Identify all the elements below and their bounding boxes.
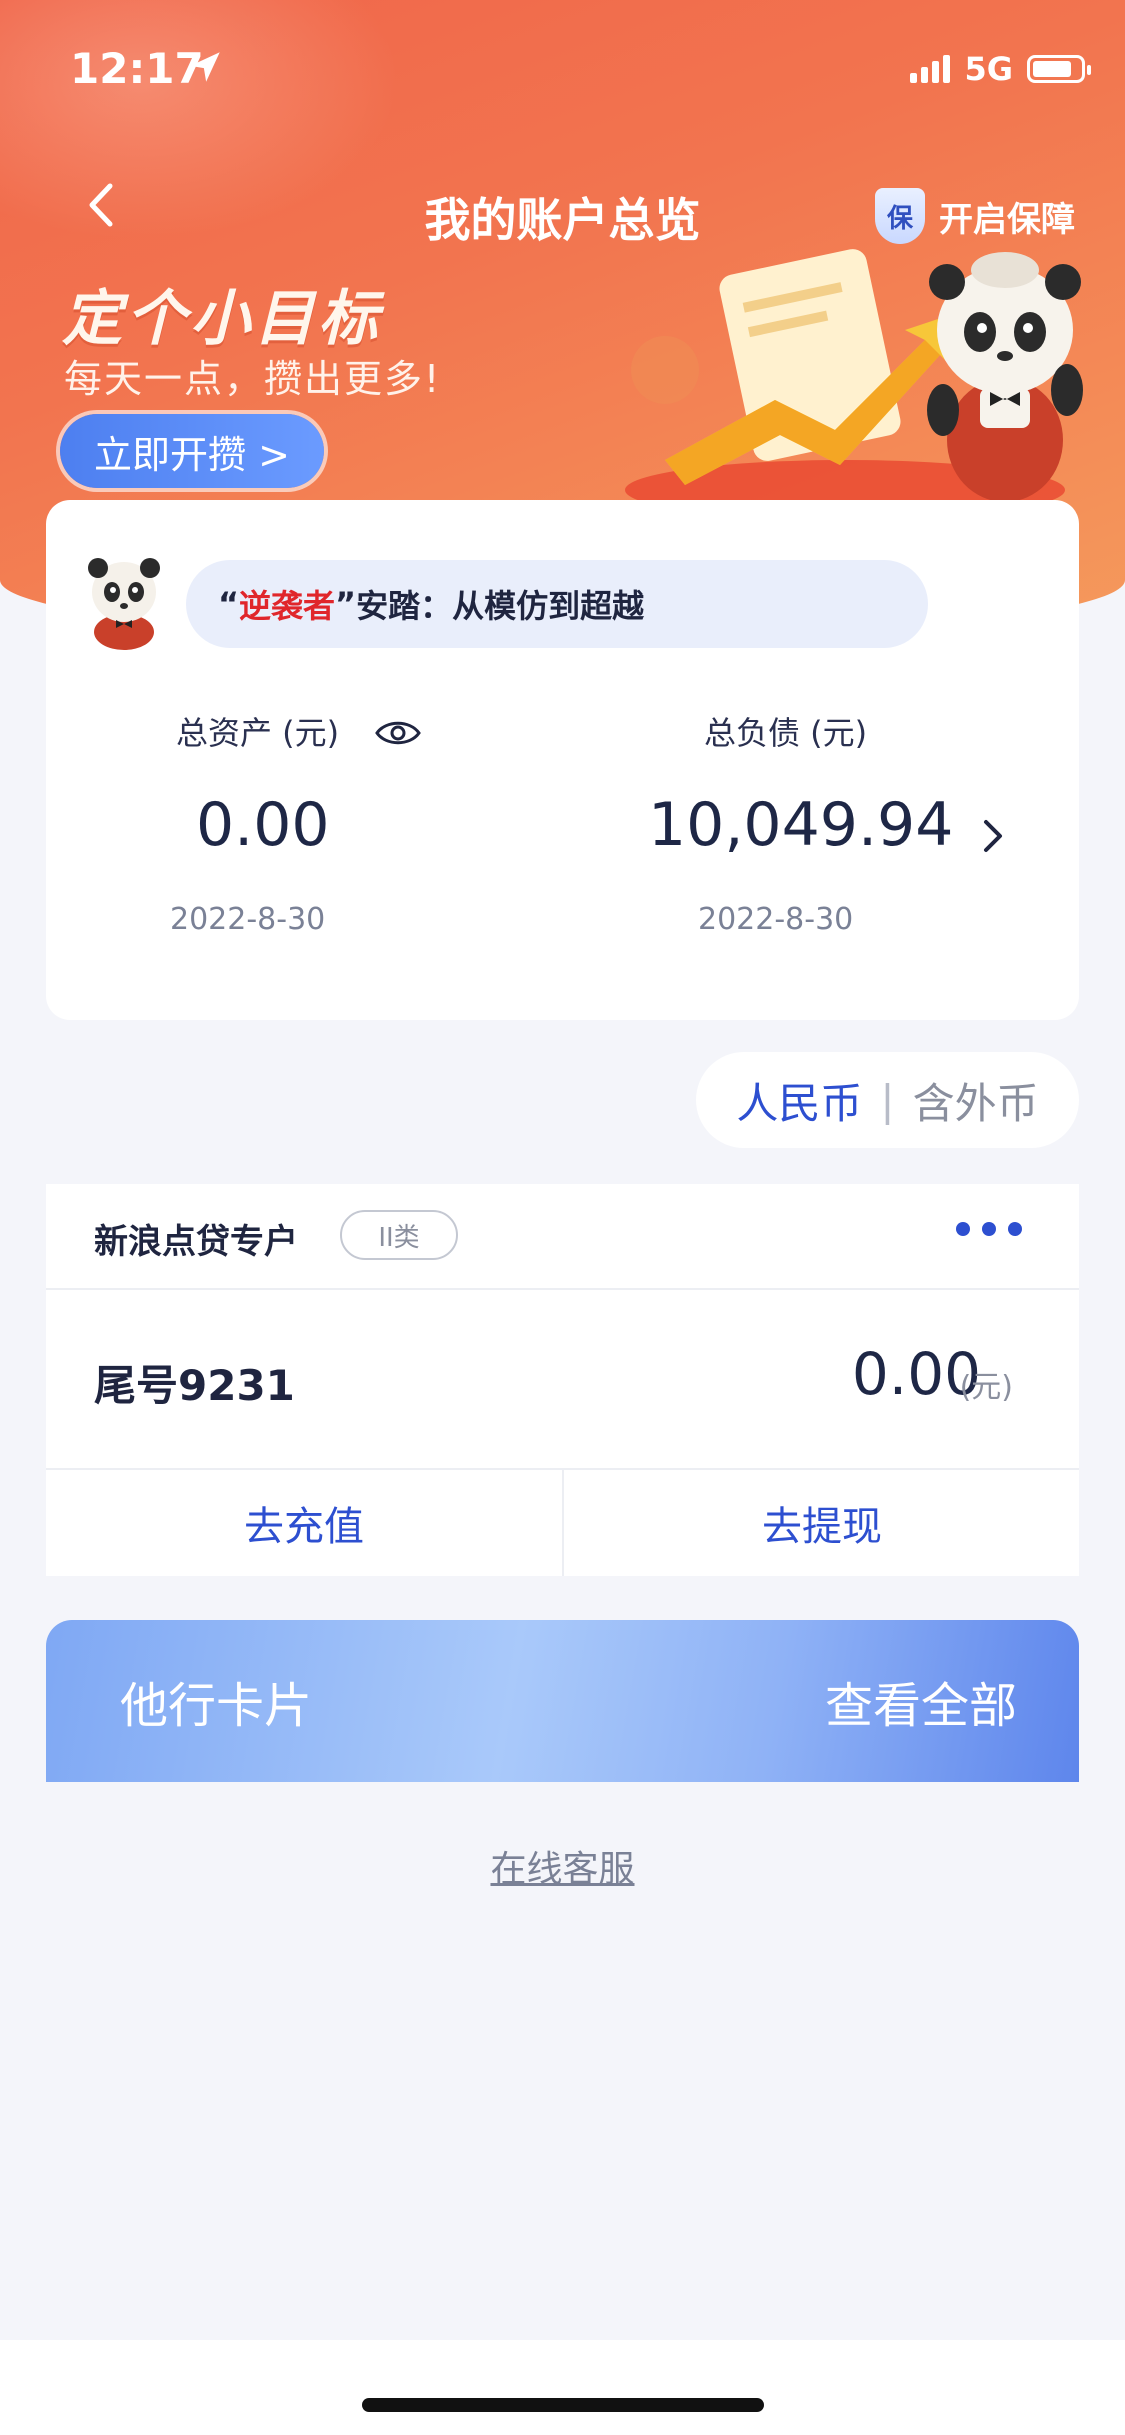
currency-foreign[interactable]: 含外币	[913, 1070, 1039, 1131]
chevron-right-icon[interactable]	[980, 816, 1006, 856]
withdraw-button[interactable]: 去提现	[564, 1470, 1080, 1576]
protect-label: 开启保障	[939, 199, 1075, 240]
network-label: 5G	[964, 50, 1013, 88]
account-tail-number: 尾号9231	[94, 1361, 295, 1410]
more-icon[interactable]	[956, 1222, 1022, 1236]
shield-icon: 保	[875, 188, 925, 244]
currency-toggle: 人民币 | 含外币	[696, 1052, 1079, 1148]
total-liabilities-value[interactable]: 10,049.94	[648, 790, 953, 860]
currency-separator: |	[880, 1075, 895, 1125]
total-assets-date: 2022-8-30	[170, 902, 326, 937]
bottom-safe-area	[0, 2340, 1125, 2435]
protect-button[interactable]: 保 开启保障	[875, 188, 1075, 244]
status-time: 12:17	[70, 44, 204, 93]
total-assets-value: 0.00	[196, 790, 330, 860]
news-quote-close: ”	[335, 585, 357, 623]
recharge-button[interactable]: 去充值	[46, 1470, 562, 1576]
currency-rmb[interactable]: 人民币	[736, 1070, 862, 1131]
other-bank-cards[interactable]: 他行卡片 查看全部	[46, 1620, 1079, 1782]
divider	[46, 1288, 1079, 1290]
online-service-link[interactable]: 在线客服	[0, 1840, 1125, 1892]
location-arrow-icon	[190, 52, 220, 82]
news-highlight: 逆袭者	[239, 587, 336, 625]
shield-char: 保	[886, 203, 913, 234]
panda-illustration	[625, 249, 1083, 500]
eye-icon[interactable]	[374, 716, 422, 750]
view-all-link[interactable]: 查看全部	[825, 1666, 1017, 1736]
start-saving-button[interactable]: 立即开攒 >	[60, 414, 324, 488]
status-right: 5G	[910, 50, 1091, 88]
balance-unit: (元)	[959, 1370, 1013, 1405]
news-text: 安踏：从模仿到超越	[356, 587, 645, 625]
total-assets-label: 总资产 (元)	[176, 714, 340, 752]
news-headline[interactable]: “ 逆袭者 ” 安踏：从模仿到超越	[186, 560, 928, 648]
signal-icon	[910, 55, 951, 83]
panda-avatar	[88, 558, 160, 650]
battery-icon	[1027, 55, 1091, 83]
home-indicator[interactable]	[362, 2398, 764, 2412]
account-type-badge: II类	[340, 1210, 458, 1260]
news-quote-open: “	[218, 585, 240, 623]
other-cards-label: 他行卡片	[120, 1678, 313, 1734]
total-liabilities-label: 总负债 (元)	[704, 714, 868, 752]
promo-title: 定个小目标	[62, 284, 382, 354]
account-name: 新浪点贷专户	[94, 1222, 298, 1262]
total-liabilities-date: 2022-8-30	[698, 902, 854, 937]
promo-subtitle: 每天一点，攒出更多!	[64, 357, 442, 401]
